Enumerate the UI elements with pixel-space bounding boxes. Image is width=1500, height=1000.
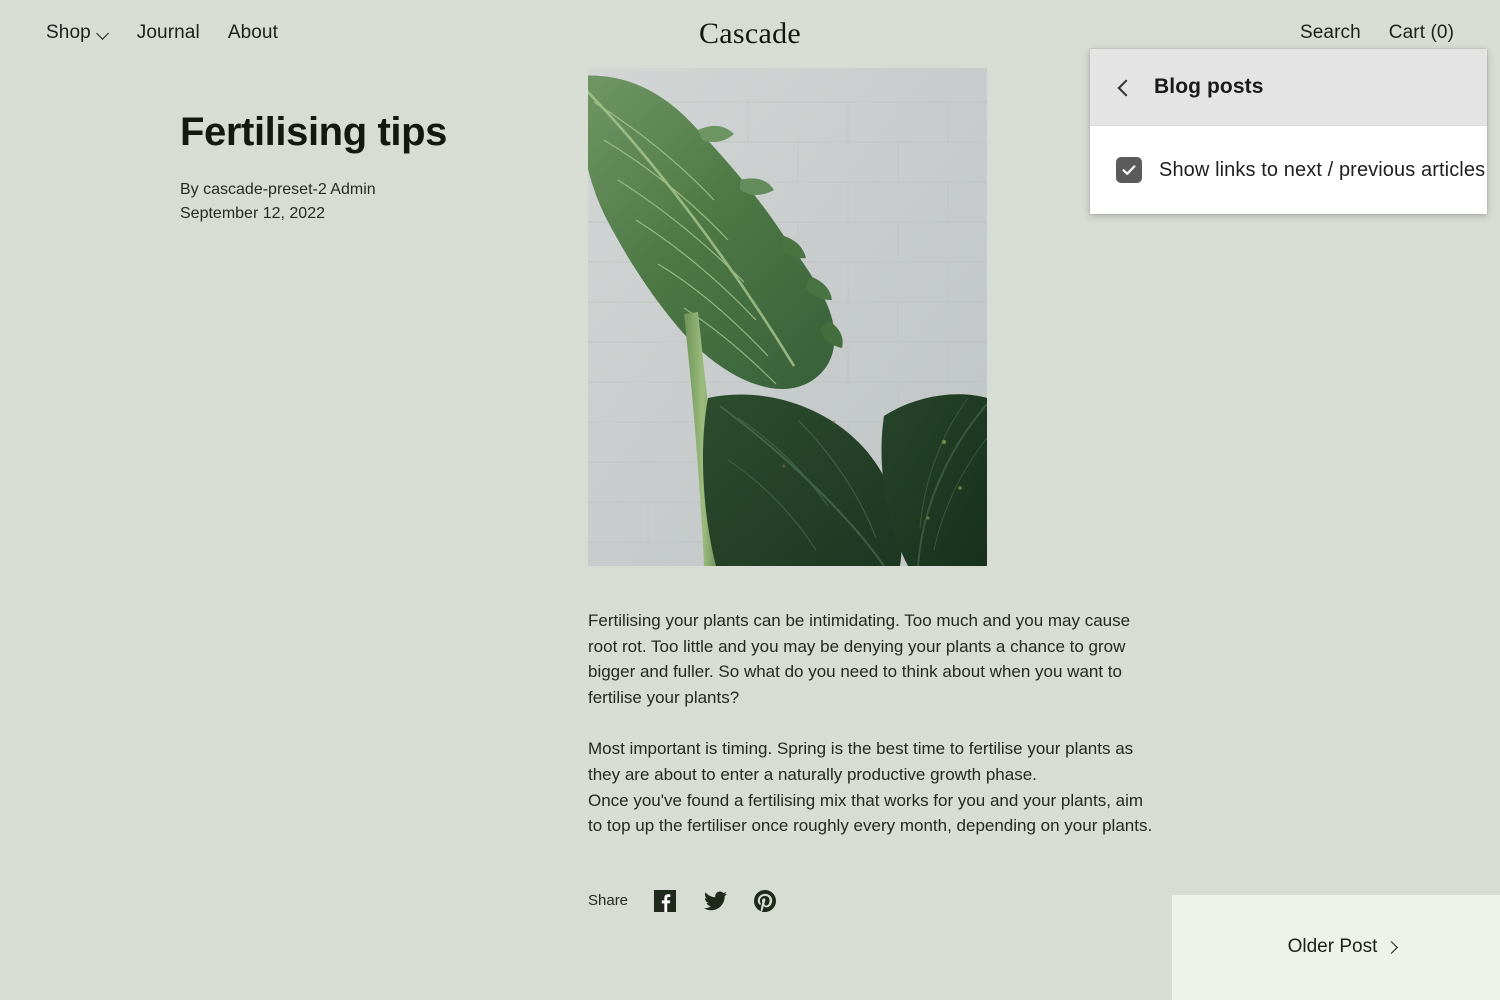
article-paragraph: Once you've found a fertilising mix that… [588, 790, 1153, 836]
show-links-checkbox-label[interactable]: Show links to next / previous articles [1159, 157, 1485, 184]
share-row: Share [588, 888, 778, 914]
search-link[interactable]: Search [1300, 20, 1361, 46]
page-title: Fertilising tips [180, 110, 447, 154]
article-paragraph: Most important is timing. Spring is the … [588, 739, 1134, 784]
share-label: Share [588, 892, 629, 909]
utility-navigation: Search Cart (0) [1300, 20, 1454, 46]
older-post-panel[interactable]: Older Post [1172, 895, 1500, 1000]
article-paragraph: Fertilising your plants can be intimidat… [588, 611, 1131, 707]
settings-panel-title: Blog posts [1154, 75, 1264, 98]
settings-panel-header: Blog posts [1090, 49, 1487, 126]
site-logo[interactable]: Cascade [0, 16, 1500, 52]
article-header: Fertilising tips By cascade-preset-2 Adm… [180, 108, 560, 226]
twitter-icon[interactable] [702, 888, 728, 914]
blog-posts-settings-panel: Blog posts Show links to next / previous… [1090, 49, 1487, 214]
article-meta: By cascade-preset-2 Admin September 12, … [180, 178, 560, 226]
article-body: Fertilising your plants can be intimidat… [588, 608, 1156, 839]
settings-panel-body: Show links to next / previous articles [1090, 126, 1487, 214]
show-links-checkbox[interactable] [1116, 157, 1142, 183]
article-date: September 12, 2022 [180, 205, 325, 222]
older-post-link[interactable]: Older Post [1288, 934, 1397, 960]
facebook-icon[interactable] [652, 888, 678, 914]
cart-link[interactable]: Cart (0) [1389, 20, 1454, 46]
older-post-label: Older Post [1287, 935, 1378, 957]
article-hero-image [588, 68, 987, 566]
article-author: By cascade-preset-2 Admin [180, 181, 376, 198]
chevron-left-icon[interactable] [1116, 79, 1132, 95]
pinterest-icon[interactable] [752, 888, 778, 914]
chevron-right-icon [1386, 942, 1396, 952]
